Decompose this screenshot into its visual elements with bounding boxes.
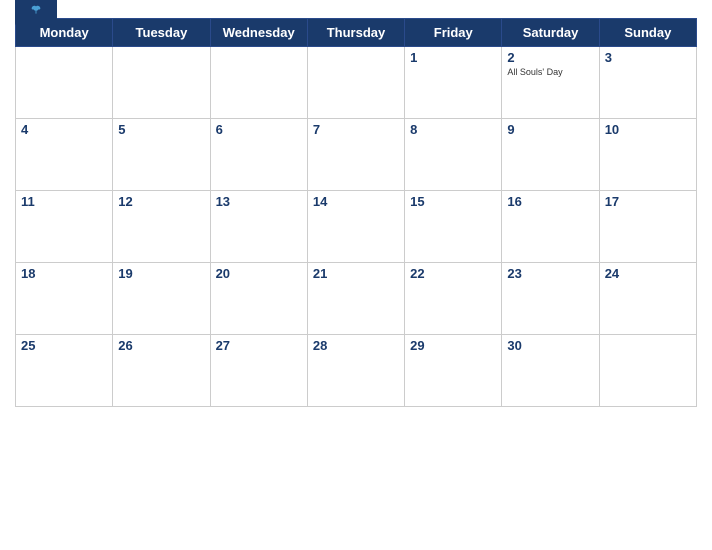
calendar-cell: 23: [502, 263, 599, 335]
day-number: 22: [410, 266, 496, 281]
calendar-cell: 12: [113, 191, 210, 263]
day-number: 13: [216, 194, 302, 209]
calendar-cell: 6: [210, 119, 307, 191]
calendar-cell: 25: [16, 335, 113, 407]
calendar-week-row: 456789 10: [16, 119, 697, 191]
day-number: 6: [216, 122, 302, 137]
day-number: 9: [507, 122, 593, 137]
calendar-cell: 14: [307, 191, 404, 263]
day-number: 25: [21, 338, 107, 353]
logo-bird-icon: [30, 5, 42, 15]
day-number: 10: [605, 122, 691, 137]
logo-box: [15, 0, 57, 26]
weekday-header-thursday: Thursday: [307, 19, 404, 47]
day-number: 21: [313, 266, 399, 281]
day-number: 29: [410, 338, 496, 353]
calendar-cell: 5: [113, 119, 210, 191]
day-number: 30: [507, 338, 593, 353]
calendar-week-row: 12 All Souls' Day 3: [16, 47, 697, 119]
calendar-cell: 3: [599, 47, 696, 119]
calendar-cell: [307, 47, 404, 119]
day-number: 14: [313, 194, 399, 209]
calendar-cell: 16: [502, 191, 599, 263]
calendar-cell: 10: [599, 119, 696, 191]
weekday-header-sunday: Sunday: [599, 19, 696, 47]
calendar-grid: MondayTuesdayWednesdayThursdayFridaySatu…: [15, 18, 697, 407]
weekday-header-saturday: Saturday: [502, 19, 599, 47]
calendar-cell: 4: [16, 119, 113, 191]
day-number: 16: [507, 194, 593, 209]
calendar-week-row: 18 19 20 21 22 23 24: [16, 263, 697, 335]
calendar-cell: 15: [405, 191, 502, 263]
weekday-header-friday: Friday: [405, 19, 502, 47]
calendar-cell: 28: [307, 335, 404, 407]
calendar-cell: 11: [16, 191, 113, 263]
holiday-label: All Souls' Day: [507, 67, 593, 78]
calendar-cell: 13: [210, 191, 307, 263]
calendar-cell: 8: [405, 119, 502, 191]
day-number: 27: [216, 338, 302, 353]
day-number: 4: [21, 122, 107, 137]
day-number: 20: [216, 266, 302, 281]
day-number: 1: [410, 50, 496, 65]
calendar-cell: 21: [307, 263, 404, 335]
day-number: 11: [21, 194, 107, 209]
calendar-cell: 27: [210, 335, 307, 407]
calendar-cell: 19: [113, 263, 210, 335]
calendar-cell: 1: [405, 47, 502, 119]
day-number: 19: [118, 266, 204, 281]
calendar-container: MondayTuesdayWednesdayThursdayFridaySatu…: [0, 0, 712, 550]
day-number: 28: [313, 338, 399, 353]
weekday-header-tuesday: Tuesday: [113, 19, 210, 47]
calendar-cell: [599, 335, 696, 407]
calendar-cell: [113, 47, 210, 119]
calendar-cell: 26: [113, 335, 210, 407]
day-number: 12: [118, 194, 204, 209]
weekday-header-wednesday: Wednesday: [210, 19, 307, 47]
day-number: 24: [605, 266, 691, 281]
calendar-cell: 30: [502, 335, 599, 407]
day-number: 26: [118, 338, 204, 353]
calendar-cell: 29: [405, 335, 502, 407]
calendar-cell: 24: [599, 263, 696, 335]
calendar-cell: [16, 47, 113, 119]
calendar-cell: 9: [502, 119, 599, 191]
day-number: 17: [605, 194, 691, 209]
calendar-cell: 17: [599, 191, 696, 263]
day-number: 2: [507, 50, 593, 65]
day-number: 18: [21, 266, 107, 281]
calendar-cell: [210, 47, 307, 119]
day-number: 3: [605, 50, 691, 65]
calendar-cell: 20: [210, 263, 307, 335]
calendar-cell: 7: [307, 119, 404, 191]
day-number: 7: [313, 122, 399, 137]
calendar-cell: 2 All Souls' Day: [502, 47, 599, 119]
day-number: 23: [507, 266, 593, 281]
calendar-week-row: 25 26 27 28 29 30: [16, 335, 697, 407]
calendar-week-row: 11 12 13 14 15 16 17: [16, 191, 697, 263]
day-number: 15: [410, 194, 496, 209]
day-number: 5: [118, 122, 204, 137]
calendar-cell: 18: [16, 263, 113, 335]
day-number: 8: [410, 122, 496, 137]
weekday-header-row: MondayTuesdayWednesdayThursdayFridaySatu…: [16, 19, 697, 47]
calendar-cell: 22: [405, 263, 502, 335]
logo: [15, 0, 57, 26]
